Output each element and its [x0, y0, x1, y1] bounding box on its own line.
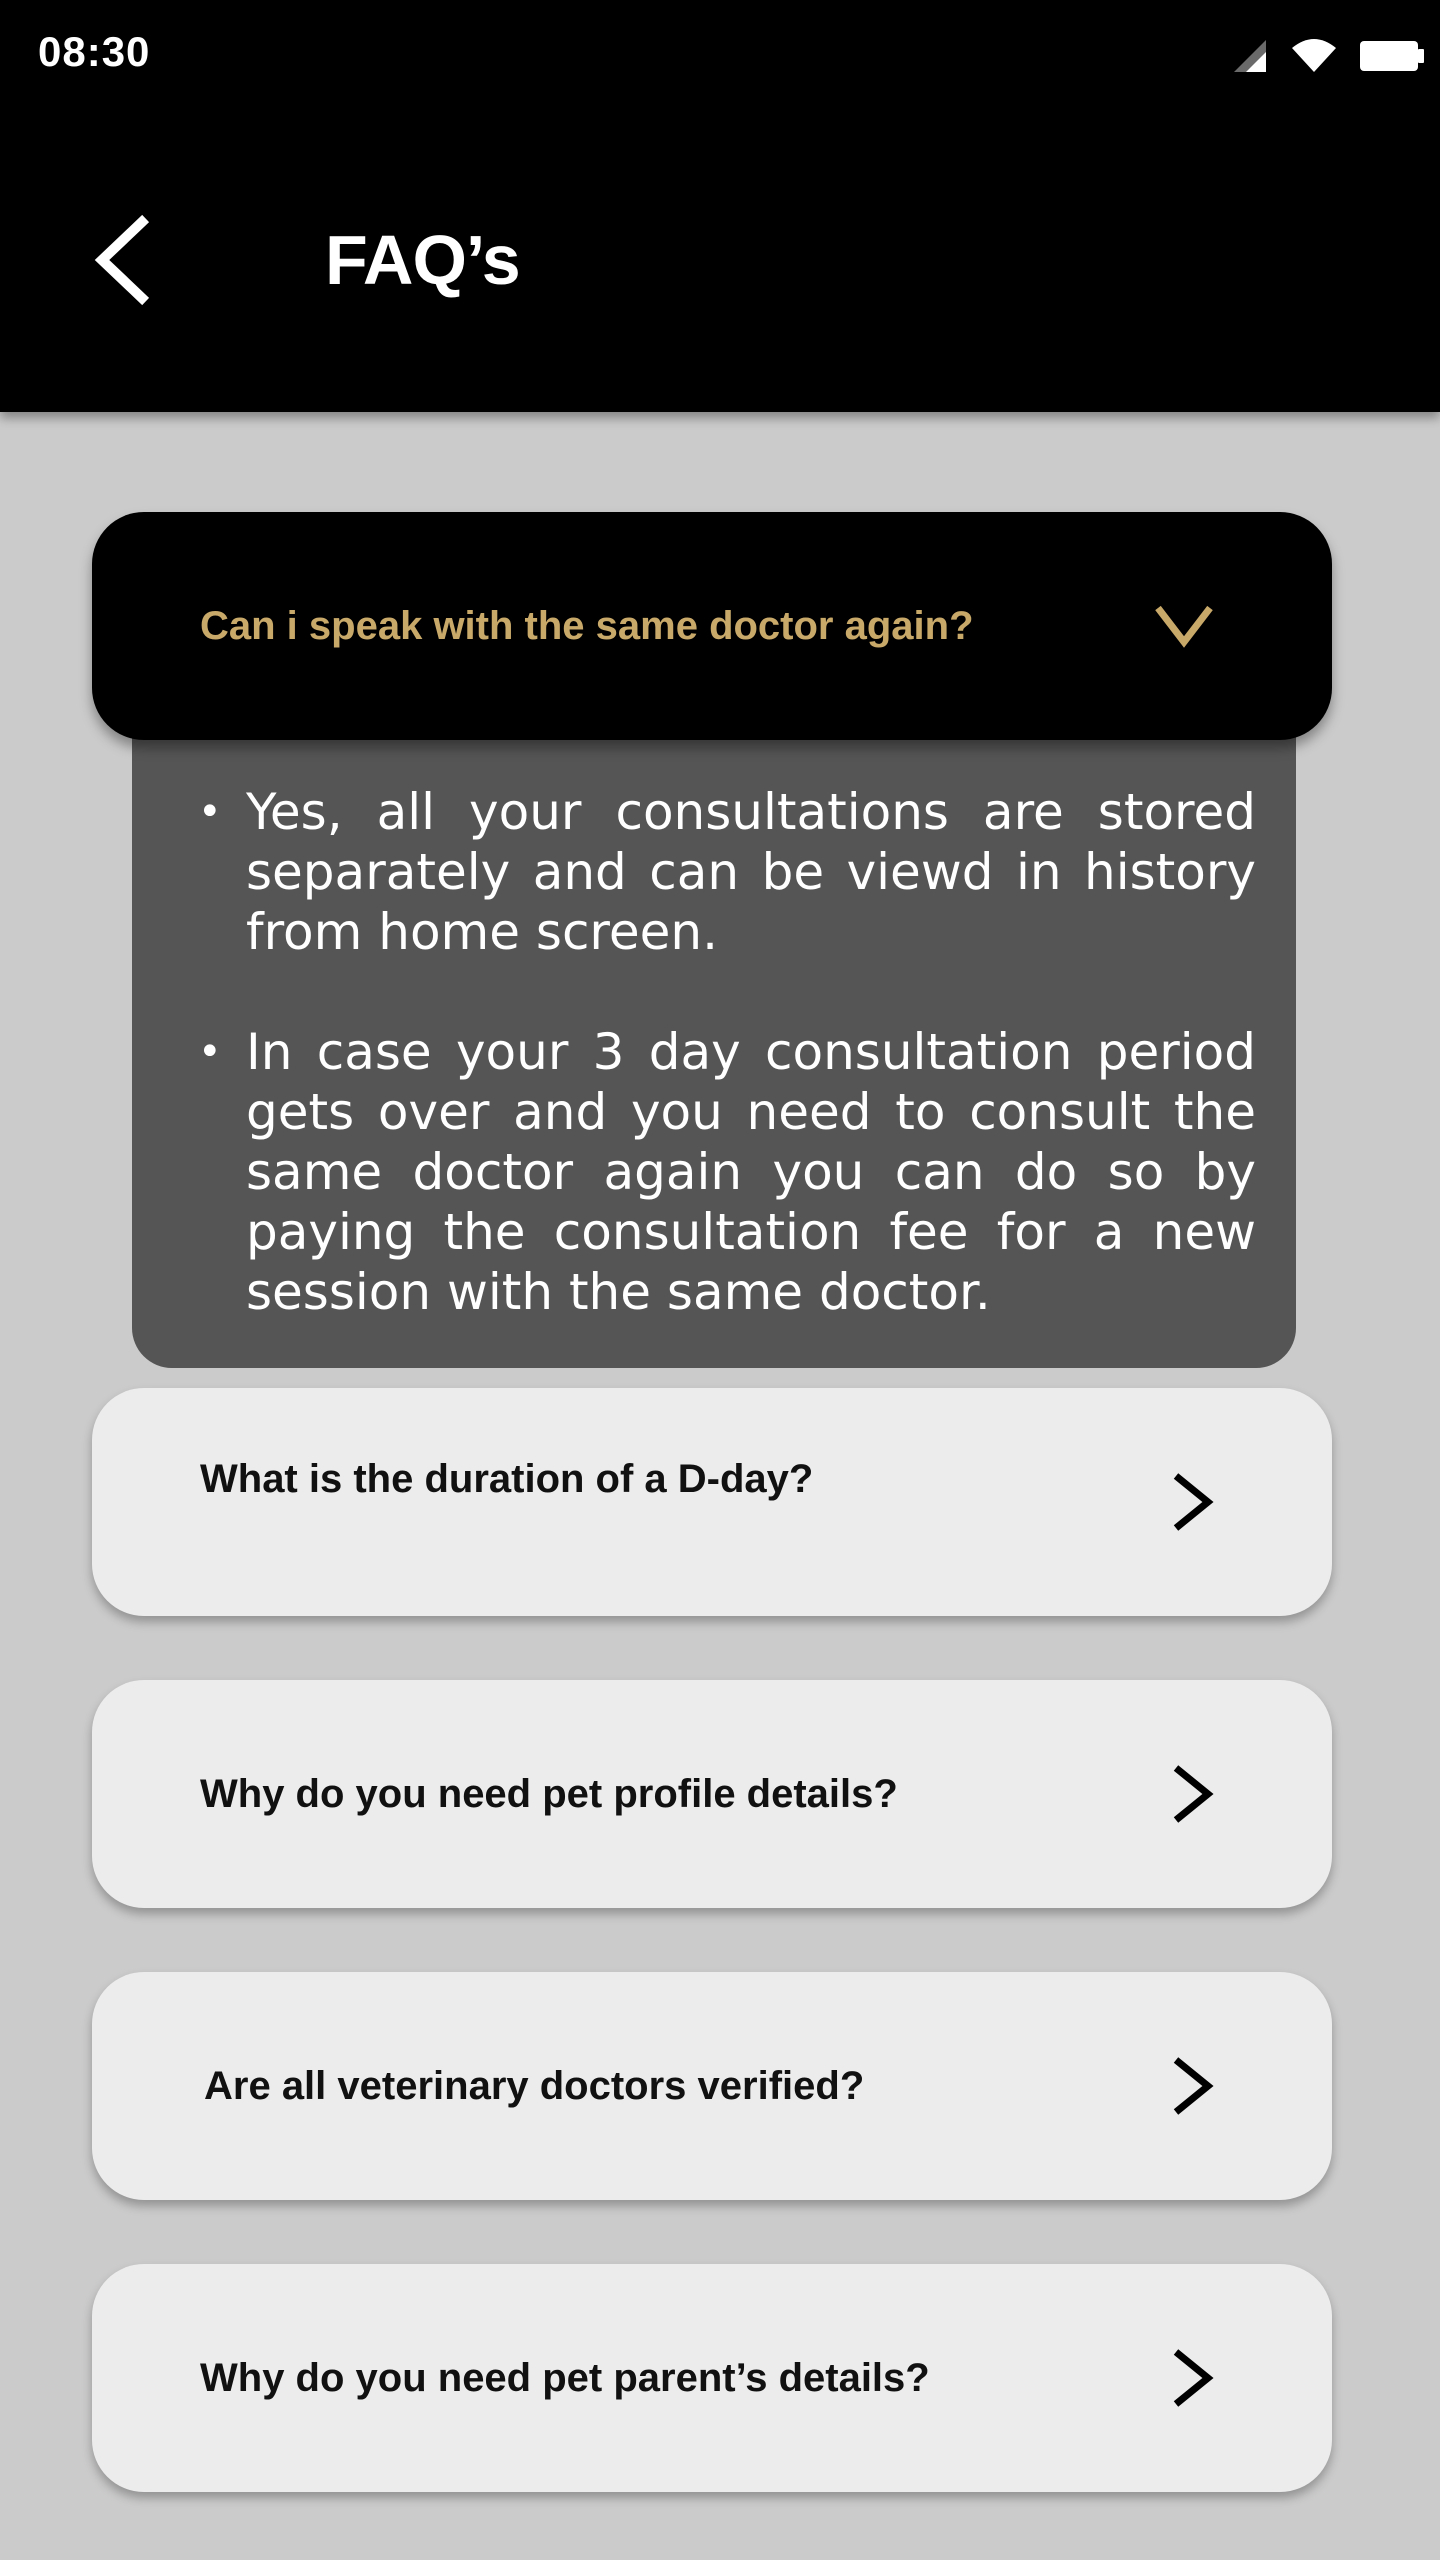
- faq-question: Can i speak with the same doctor again?: [200, 603, 974, 648]
- faq-answer-text: Yes, all your consultations are stored s…: [246, 783, 1256, 961]
- faq-answer-item: • In case your 3 day consultation period…: [198, 1022, 1256, 1322]
- wifi-icon: [1290, 38, 1338, 79]
- faq-answer-text: In case your 3 day consultation period g…: [246, 1023, 1256, 1321]
- faq-question: Why do you need pet profile details?: [200, 1771, 898, 1816]
- status-time: 08:30: [38, 28, 151, 75]
- faq-item-doctors-verified[interactable]: Are all veterinary doctors verified?: [92, 1972, 1332, 2200]
- faq-item-d-day-duration[interactable]: What is the duration of a D-day?: [92, 1388, 1332, 1616]
- status-icons: [1232, 38, 1426, 79]
- battery-icon: [1360, 39, 1426, 78]
- faq-item-pet-parent[interactable]: Why do you need pet parent’s details?: [92, 2264, 1332, 2492]
- chevron-down-icon: [1154, 512, 1214, 740]
- faq-answer-panel: • Yes, all your consultations are stored…: [132, 720, 1296, 1368]
- app-bar: FAQ’s: [0, 112, 1440, 412]
- faq-item-pet-profile[interactable]: Why do you need pet profile details?: [92, 1680, 1332, 1908]
- chevron-right-icon: [1170, 1388, 1214, 1616]
- faq-question: What is the duration of a D-day?: [200, 1456, 814, 1501]
- bullet-icon: •: [198, 789, 222, 835]
- page-title: FAQ’s: [325, 221, 521, 299]
- faq-item-same-doctor[interactable]: Can i speak with the same doctor again?: [92, 512, 1332, 740]
- chevron-right-icon: [1170, 1680, 1214, 1908]
- back-arrow-icon: [82, 214, 172, 314]
- faq-question: Why do you need pet parent’s details?: [200, 2355, 930, 2400]
- bullet-icon: •: [198, 1029, 222, 1075]
- cellular-signal-icon: [1232, 38, 1268, 79]
- faq-answer-item: • Yes, all your consultations are stored…: [198, 782, 1256, 962]
- faq-question: Are all veterinary doctors verified?: [204, 2063, 865, 2108]
- back-button[interactable]: [82, 210, 172, 310]
- chevron-right-icon: [1170, 1972, 1214, 2200]
- chevron-right-icon: [1170, 2264, 1214, 2492]
- status-bar: 08:30: [0, 0, 1440, 112]
